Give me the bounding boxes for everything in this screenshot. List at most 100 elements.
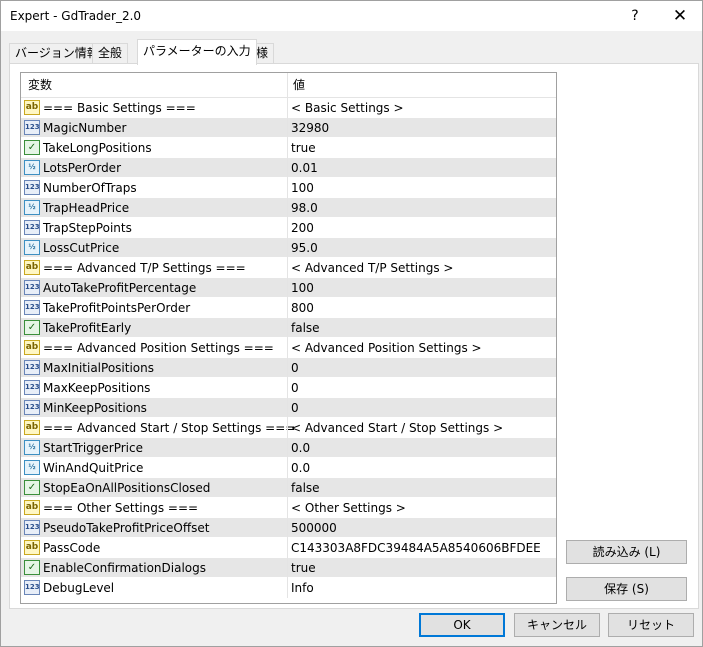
grid-header: 変数 値 (21, 73, 556, 98)
parameter-name: === Other Settings === (43, 501, 199, 515)
close-icon[interactable]: ✕ (666, 5, 694, 27)
parameter-value[interactable]: 98.0 (291, 198, 318, 218)
reset-button[interactable]: リセット (608, 613, 694, 637)
parameter-value[interactable]: < Other Settings > (291, 498, 406, 518)
parameter-value[interactable]: 500000 (291, 518, 337, 538)
parameter-value[interactable]: true (291, 558, 316, 578)
parameter-value[interactable]: < Advanced Position Settings > (291, 338, 482, 358)
parameter-name: PassCode (43, 541, 101, 555)
parameter-row[interactable]: ½ WinAndQuitPrice 0.0 (21, 458, 556, 478)
parameter-value[interactable]: 200 (291, 218, 314, 238)
parameter-value[interactable]: C143303A8FDC39484A5A8540606BFDEE (291, 538, 541, 558)
parameter-name: LotsPerOrder (43, 161, 121, 175)
parameter-name: MagicNumber (43, 121, 127, 135)
parameter-value[interactable]: false (291, 478, 320, 498)
parameters-grid: 変数 値 ab === Basic Settings === < Basic Set… (20, 72, 557, 604)
parameter-value[interactable]: < Advanced Start / Stop Settings > (291, 418, 503, 438)
cell-divider (287, 338, 288, 358)
parameter-row[interactable]: 123 AutoTakeProfitPercentage 100 (21, 278, 556, 298)
parameter-value[interactable]: 100 (291, 278, 314, 298)
ok-button[interactable]: OK (419, 613, 505, 637)
cell-divider (287, 118, 288, 138)
parameter-value[interactable]: 0.0 (291, 458, 310, 478)
cell-divider (287, 198, 288, 218)
parameter-row[interactable]: 123 MaxInitialPositions 0 (21, 358, 556, 378)
cell-divider (287, 158, 288, 178)
parameter-value[interactable]: 800 (291, 298, 314, 318)
parameter-value[interactable]: false (291, 318, 320, 338)
parameter-row[interactable]: ab === Advanced Start / Stop Settings ===… (21, 418, 556, 438)
parameter-row[interactable]: ab === Advanced T/P Settings === < Advance… (21, 258, 556, 278)
parameter-value[interactable]: 95.0 (291, 238, 318, 258)
parameter-name: TrapHeadPrice (43, 201, 130, 215)
parameter-row[interactable]: 123 MinKeepPositions 0 (21, 398, 556, 418)
parameter-value[interactable]: 100 (291, 178, 314, 198)
parameter-row[interactable]: ½ TrapHeadPrice 98.0 (21, 198, 556, 218)
parameter-name: DebugLevel (43, 581, 115, 595)
parameter-value[interactable]: Info (291, 578, 314, 598)
double-type-icon: ½ (24, 240, 40, 255)
integer-type-icon: 123 (24, 520, 40, 535)
load-button[interactable]: 読み込み (L) (566, 540, 687, 564)
boolean-type-icon: ✓ (24, 140, 40, 155)
parameter-row[interactable]: ab === Advanced Position Settings === < Ad… (21, 338, 556, 358)
parameter-value[interactable]: 32980 (291, 118, 329, 138)
parameter-name: === Advanced T/P Settings === (43, 261, 246, 275)
boolean-type-icon: ✓ (24, 560, 40, 575)
parameter-value[interactable]: 0 (291, 378, 299, 398)
cell-divider (287, 438, 288, 458)
string-type-icon: ab (24, 420, 40, 435)
parameter-row[interactable]: 123 NumberOfTraps 100 (21, 178, 556, 198)
parameter-row[interactable]: ½ LossCutPrice 95.0 (21, 238, 556, 258)
parameter-row[interactable]: 123 TrapStepPoints 200 (21, 218, 556, 238)
cell-divider (287, 458, 288, 478)
double-type-icon: ½ (24, 460, 40, 475)
parameter-row[interactable]: ab === Other Settings === < Other Settings… (21, 498, 556, 518)
parameter-name: PseudoTakeProfitPriceOffset (43, 521, 210, 535)
parameter-name: WinAndQuitPrice (43, 461, 144, 475)
parameter-row[interactable]: 123 DebugLevel Info (21, 578, 556, 598)
parameter-row[interactable]: ✓ TakeLongPositions true (21, 138, 556, 158)
parameter-name: NumberOfTraps (43, 181, 137, 195)
parameter-row[interactable]: 123 MaxKeepPositions 0 (21, 378, 556, 398)
parameter-row[interactable]: 123 TakeProfitPointsPerOrder 800 (21, 298, 556, 318)
column-header-value[interactable]: 値 (293, 73, 305, 98)
tab-version-info[interactable]: バージョン情報 (9, 43, 105, 64)
parameter-row[interactable]: ab PassCode C143303A8FDC39484A5A8540606BFD… (21, 538, 556, 558)
parameter-row[interactable]: ½ LotsPerOrder 0.01 (21, 158, 556, 178)
cell-divider (287, 578, 288, 598)
parameter-value[interactable]: 0 (291, 358, 299, 378)
parameter-row[interactable]: ✓ TakeProfitEarly false (21, 318, 556, 338)
parameter-name: StartTriggerPrice (43, 441, 143, 455)
column-divider[interactable] (287, 73, 288, 98)
tab-general[interactable]: 全般 (92, 43, 129, 64)
parameter-row[interactable]: ab === Basic Settings === < Basic Settings… (21, 98, 556, 118)
cancel-button[interactable]: キャンセル (514, 613, 600, 637)
tab-input-parameters[interactable]: パラメーターの入力 (137, 39, 257, 65)
parameter-value[interactable]: < Basic Settings > (291, 98, 404, 118)
title-bar[interactable]: Expert - GdTrader_2.0 ? ✕ (1, 1, 702, 31)
parameter-value[interactable]: true (291, 138, 316, 158)
double-type-icon: ½ (24, 160, 40, 175)
tab-bar: バージョン情報 全般 パラメーターの入力 仕様 (9, 39, 699, 65)
double-type-icon: ½ (24, 440, 40, 455)
parameter-row[interactable]: ½ StartTriggerPrice 0.0 (21, 438, 556, 458)
parameter-name: TakeProfitPointsPerOrder (43, 301, 191, 315)
parameter-value[interactable]: 0.01 (291, 158, 318, 178)
parameter-row[interactable]: ✓ EnableConfirmationDialogs true (21, 558, 556, 578)
help-icon[interactable]: ? (621, 5, 649, 27)
parameter-row[interactable]: 123 MagicNumber 32980 (21, 118, 556, 138)
parameter-value[interactable]: 0.0 (291, 438, 310, 458)
cell-divider (287, 138, 288, 158)
column-header-variable[interactable]: 変数 (28, 73, 52, 98)
parameter-value[interactable]: 0 (291, 398, 299, 418)
cell-divider (287, 418, 288, 438)
integer-type-icon: 123 (24, 580, 40, 595)
cell-divider (287, 538, 288, 558)
parameter-row[interactable]: 123 PseudoTakeProfitPriceOffset 500000 (21, 518, 556, 538)
save-button[interactable]: 保存 (S) (566, 577, 687, 601)
parameter-value[interactable]: < Advanced T/P Settings > (291, 258, 453, 278)
expert-properties-window: Expert - GdTrader_2.0 ? ✕ バージョン情報 全般 パラメ… (0, 0, 703, 647)
integer-type-icon: 123 (24, 380, 40, 395)
parameter-row[interactable]: ✓ StopEaOnAllPositionsClosed false (21, 478, 556, 498)
